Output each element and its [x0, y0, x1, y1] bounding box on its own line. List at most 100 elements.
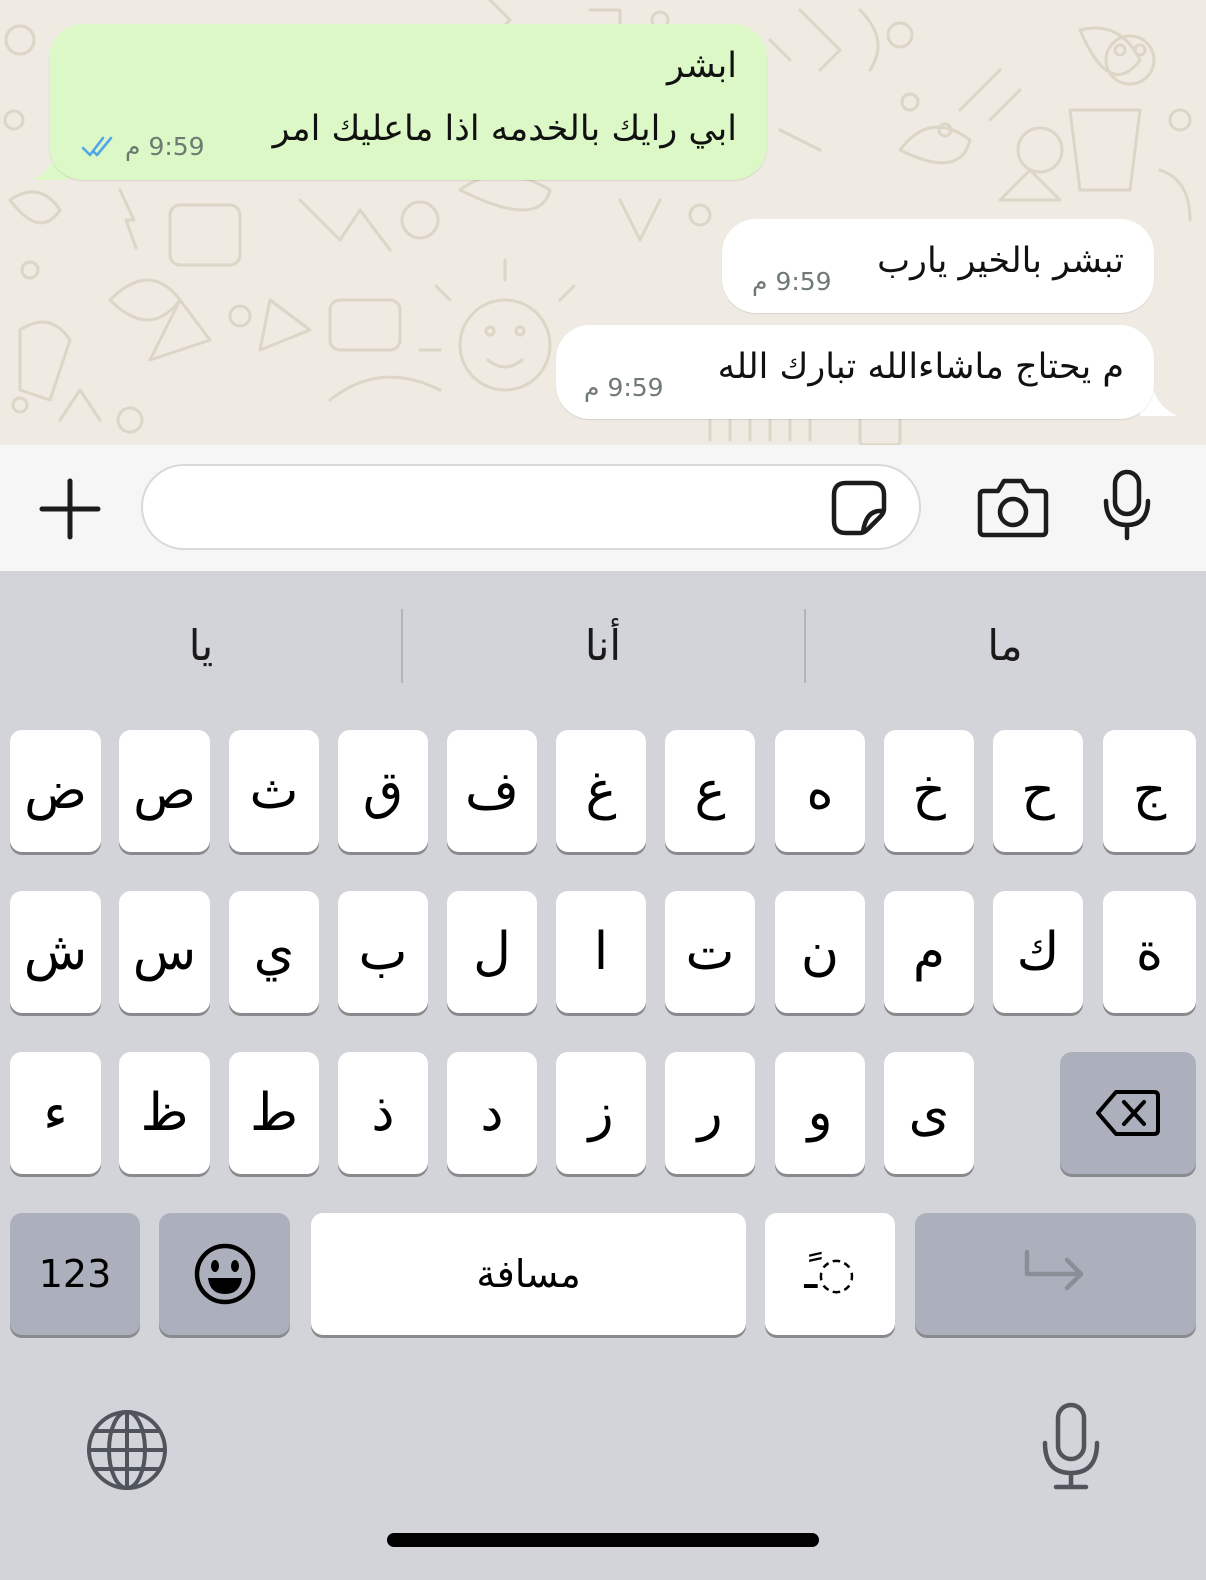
key-letter[interactable]: ب	[338, 891, 428, 1013]
message-meta: 9:59 م	[752, 267, 832, 296]
plus-icon[interactable]	[36, 475, 104, 543]
suggestion-bar: يا أنا ما	[0, 571, 1206, 721]
key-letter[interactable]: ي	[229, 891, 319, 1013]
read-double-check-icon	[81, 136, 113, 156]
key-letter[interactable]: د	[447, 1052, 537, 1174]
arabic-keyboard: يا أنا ما ض ص ث ق ف غ ع ه خ ح ج ش س ي ب …	[0, 571, 1206, 1580]
delete-key[interactable]	[1060, 1052, 1196, 1174]
message-bubble-incoming[interactable]: م يحتاج ماشاءالله تبارك الله 9:59 م	[556, 325, 1154, 419]
key-label: ظ	[140, 1083, 189, 1143]
message-time: 9:59 م	[125, 132, 205, 161]
key-label: ز	[588, 1083, 614, 1143]
sticker-icon[interactable]	[830, 479, 888, 537]
key-letter[interactable]: س	[119, 891, 210, 1013]
key-label: مسافة	[476, 1252, 581, 1296]
key-label: ك	[1016, 922, 1060, 982]
key-label: ش	[23, 922, 88, 982]
key-letter[interactable]: ث	[229, 730, 319, 852]
key-label: ض	[24, 761, 87, 821]
key-label: س	[132, 922, 197, 982]
key-label: ل	[473, 922, 511, 982]
globe-icon[interactable]	[84, 1407, 170, 1493]
space-key[interactable]: مسافة	[311, 1213, 746, 1335]
key-label: ء	[43, 1083, 68, 1143]
message-meta: 9:59 م	[81, 132, 205, 161]
key-letter[interactable]: غ	[556, 730, 646, 852]
key-label: ح	[1021, 761, 1055, 821]
key-label: ج	[1132, 761, 1167, 821]
key-letter[interactable]: ز	[556, 1052, 646, 1174]
key-label: د	[480, 1083, 504, 1143]
emoji-key[interactable]	[159, 1213, 290, 1335]
key-letter[interactable]: ل	[447, 891, 537, 1013]
key-label: خ	[912, 761, 946, 821]
dictation-mic-icon[interactable]	[1040, 1401, 1102, 1491]
key-label: ي	[253, 922, 295, 982]
key-label: غ	[585, 761, 617, 821]
key-letter[interactable]: ت	[665, 891, 755, 1013]
camera-icon[interactable]	[976, 475, 1050, 539]
key-label: ع	[694, 761, 726, 821]
key-letter[interactable]: ص	[119, 730, 210, 852]
key-letter[interactable]: ش	[10, 891, 101, 1013]
key-letter[interactable]: ء	[10, 1052, 101, 1174]
emoji-icon	[194, 1243, 255, 1305]
message-text-line: ابي رايك بالخدمه اذا ماعليك امر	[272, 109, 737, 149]
key-label: م	[912, 922, 946, 982]
delete-icon	[1096, 1090, 1160, 1136]
message-input-bar	[0, 445, 1206, 571]
key-letter[interactable]: و	[775, 1052, 865, 1174]
key-letter[interactable]: ن	[775, 891, 865, 1013]
message-bubble-incoming[interactable]: تبشر بالخير يارب 9:59 م	[722, 219, 1154, 313]
key-letter[interactable]: ك	[993, 891, 1083, 1013]
key-label: 123	[38, 1252, 112, 1296]
key-label: و	[807, 1083, 833, 1143]
numbers-key[interactable]: 123	[10, 1213, 140, 1335]
key-label: ص	[133, 761, 196, 821]
key-letter[interactable]: خ	[884, 730, 974, 852]
key-letter[interactable]: ق	[338, 730, 428, 852]
message-time: 9:59 م	[584, 373, 664, 402]
microphone-icon[interactable]	[1102, 469, 1152, 541]
key-label: ب	[358, 922, 408, 982]
message-text-line: م يحتاج ماشاءالله تبارك الله	[717, 347, 1124, 387]
key-label: ا	[593, 922, 609, 982]
key-letter[interactable]: ر	[665, 1052, 755, 1174]
message-text-line: ابشر	[667, 46, 737, 86]
message-bubble-outgoing[interactable]: ابشر ابي رايك بالخدمه اذا ماعليك امر 9:5…	[49, 24, 767, 180]
return-key[interactable]	[915, 1213, 1196, 1335]
chat-area[interactable]: ابشر ابي رايك بالخدمه اذا ماعليك امر 9:5…	[0, 0, 1206, 445]
key-label: ت	[685, 922, 735, 982]
key-letter[interactable]: ى	[884, 1052, 974, 1174]
suggestion-item[interactable]: أنا	[402, 611, 804, 681]
key-label: ث	[249, 761, 299, 821]
key-label: ف	[465, 761, 519, 821]
key-letter[interactable]: ح	[993, 730, 1083, 852]
key-label: ر	[697, 1083, 723, 1143]
key-letter[interactable]: ض	[10, 730, 101, 852]
return-icon	[1024, 1249, 1083, 1291]
key-letter[interactable]: ه	[775, 730, 865, 852]
message-meta: 9:59 م	[584, 373, 664, 402]
key-letter[interactable]: ف	[447, 730, 537, 852]
key-label: ط	[249, 1083, 299, 1143]
key-label: ق	[362, 761, 404, 821]
key-letter[interactable]: ذ	[338, 1052, 428, 1174]
message-time: 9:59 م	[752, 267, 832, 296]
key-letter[interactable]: ط	[229, 1052, 319, 1174]
key-label: ًـ◌	[804, 1248, 856, 1299]
suggestion-item[interactable]: يا	[0, 611, 402, 681]
key-label: ه	[806, 761, 834, 821]
suggestion-item[interactable]: ما	[804, 611, 1206, 681]
key-label: ذ	[371, 1083, 395, 1143]
key-letter[interactable]: م	[884, 891, 974, 1013]
key-letter[interactable]: ظ	[119, 1052, 210, 1174]
key-letter[interactable]: ة	[1103, 891, 1196, 1013]
diacritic-key[interactable]: ًـ◌	[765, 1213, 895, 1335]
message-text-line: تبشر بالخير يارب	[877, 241, 1124, 281]
key-letter[interactable]: ع	[665, 730, 755, 852]
key-letter[interactable]: ج	[1103, 730, 1196, 852]
key-letter[interactable]: ا	[556, 891, 646, 1013]
key-label: ة	[1135, 922, 1164, 982]
message-input[interactable]	[141, 464, 921, 550]
